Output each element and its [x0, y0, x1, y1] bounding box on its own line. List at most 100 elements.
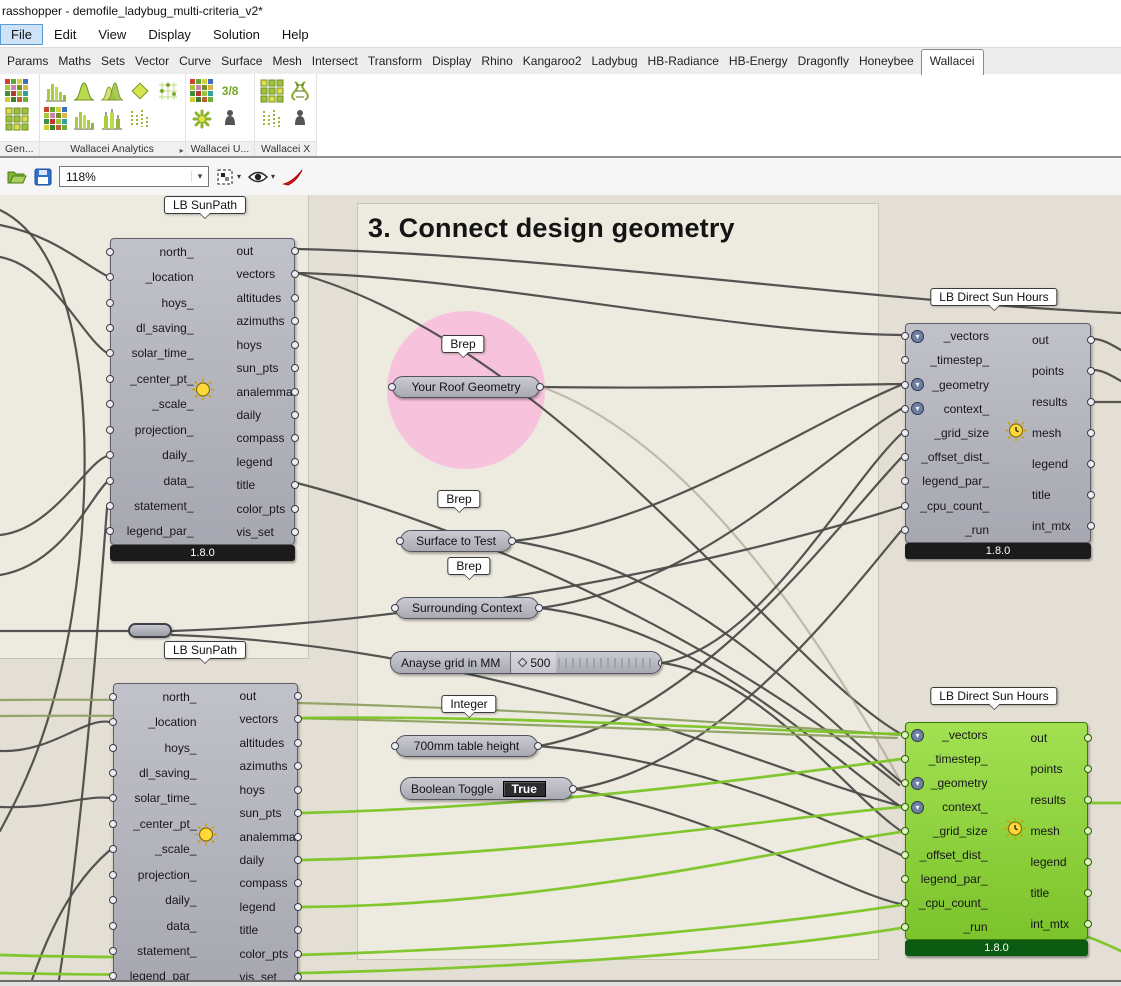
- node-direct-sun-hours-2[interactable]: ▾_vectors_timestep_▾_geometry▾context__g…: [905, 722, 1088, 940]
- input-port-dot[interactable]: [901, 803, 909, 811]
- output-out[interactable]: out: [203, 239, 295, 262]
- input-statement_[interactable]: statement_: [111, 493, 203, 518]
- input-_cpu_count_[interactable]: _cpu_count_: [906, 891, 997, 915]
- menu-item-display[interactable]: Display: [137, 24, 202, 45]
- ribbon-gridgene-icon[interactable]: [3, 105, 30, 132]
- output-title[interactable]: title: [206, 919, 298, 942]
- input-projection_[interactable]: projection_: [114, 862, 206, 887]
- param-surface-to-test[interactable]: Surface to Test: [400, 530, 512, 552]
- tab-honeybee[interactable]: Honeybee: [854, 50, 919, 74]
- wire[interactable]: [1093, 370, 1121, 381]
- tab-params[interactable]: Params: [2, 50, 53, 74]
- output-color_pts[interactable]: color_pts: [206, 942, 298, 965]
- input-port-dot[interactable]: [901, 827, 909, 835]
- ribbon-bars-icon[interactable]: [43, 77, 70, 104]
- input-dl_saving_[interactable]: dl_saving_: [111, 315, 203, 340]
- input-port-dot[interactable]: [901, 381, 909, 389]
- input-legend_par_[interactable]: legend_par_: [114, 964, 206, 980]
- wire[interactable]: [302, 759, 901, 813]
- node-tag[interactable]: LB Direct Sun Hours: [930, 288, 1057, 306]
- input-daily_[interactable]: daily_: [114, 887, 206, 912]
- output-compass[interactable]: compass: [206, 872, 298, 895]
- ribbon-sticks-icon[interactable]: [127, 105, 154, 132]
- output-title[interactable]: title: [998, 480, 1090, 511]
- wire[interactable]: [30, 850, 110, 980]
- chevron-down-icon[interactable]: ▾: [271, 172, 275, 181]
- output-port-dot[interactable]: [536, 383, 544, 391]
- input-port-dot[interactable]: [396, 537, 404, 545]
- output-int_mtx[interactable]: int_mtx: [998, 511, 1090, 542]
- output-color_pts[interactable]: color_pts: [203, 497, 295, 520]
- input-port-dot[interactable]: [901, 356, 909, 364]
- input-port-dot[interactable]: [106, 349, 114, 357]
- output-analemma[interactable]: analemma: [203, 380, 295, 403]
- zoom-extents-icon[interactable]: [216, 168, 234, 186]
- input-_vectors[interactable]: ▾_vectors: [906, 723, 997, 747]
- chevron-down-icon[interactable]: ▾: [191, 171, 208, 182]
- slider-track[interactable]: [558, 658, 653, 668]
- output-title[interactable]: title: [203, 474, 295, 497]
- node-sunpath-2[interactable]: north__locationhoys_dl_saving_solar_time…: [113, 683, 298, 980]
- ribbon-mosaic-icon[interactable]: [43, 105, 70, 132]
- tab-mesh[interactable]: Mesh: [267, 50, 306, 74]
- ribbon-flower-icon[interactable]: [189, 105, 216, 132]
- node-tag[interactable]: LB SunPath: [164, 196, 246, 214]
- input-legend_par_[interactable]: legend_par_: [906, 867, 997, 891]
- ribbon-mosaic-icon[interactable]: [3, 77, 30, 104]
- input-port-dot[interactable]: [109, 972, 117, 980]
- output-out[interactable]: out: [998, 324, 1090, 355]
- input-dl_saving_[interactable]: dl_saving_: [114, 760, 206, 785]
- node-sunpath-1[interactable]: north__locationhoys_dl_saving_solar_time…: [110, 238, 295, 545]
- wire[interactable]: [540, 409, 901, 608]
- input-north_[interactable]: north_: [114, 684, 206, 709]
- chevron-down-icon[interactable]: ▾: [237, 172, 241, 181]
- input-port-dot[interactable]: [391, 604, 399, 612]
- input-legend_par_[interactable]: legend_par_: [906, 469, 998, 493]
- input-port-dot[interactable]: [106, 527, 114, 535]
- input-port-dot[interactable]: [106, 273, 114, 281]
- input-north_[interactable]: north_: [111, 239, 203, 264]
- tab-display[interactable]: Display: [427, 50, 476, 74]
- param-tag[interactable]: Brep: [447, 557, 490, 575]
- input-port-dot[interactable]: [109, 820, 117, 828]
- input-port-dot[interactable]: [901, 923, 909, 931]
- output-title[interactable]: title: [997, 877, 1088, 908]
- tab-hb-energy[interactable]: HB-Energy: [724, 50, 793, 74]
- input-data_[interactable]: data_: [114, 913, 206, 938]
- input-port-dot[interactable]: [901, 755, 909, 763]
- input-port-dot[interactable]: [106, 451, 114, 459]
- ribbon-person-icon[interactable]: [286, 105, 313, 132]
- wire[interactable]: [0, 456, 107, 535]
- output-port-dot[interactable]: [294, 856, 302, 864]
- input-legend_par_[interactable]: legend_par_: [111, 519, 203, 544]
- input-_center_pt_[interactable]: _center_pt_: [111, 366, 203, 391]
- input-port-dot[interactable]: [106, 324, 114, 332]
- wire[interactable]: [539, 458, 901, 746]
- output-port-dot[interactable]: [1087, 336, 1095, 344]
- output-port-dot[interactable]: [294, 739, 302, 747]
- output-port-dot[interactable]: [291, 458, 299, 466]
- wire[interactable]: [1088, 937, 1121, 951]
- ribbon-bars-icon[interactable]: [71, 105, 98, 132]
- input-port-dot[interactable]: [109, 769, 117, 777]
- wire[interactable]: [0, 210, 85, 831]
- output-port-dot[interactable]: [1084, 889, 1092, 897]
- output-port-dot[interactable]: [535, 604, 543, 612]
- output-port-dot[interactable]: [291, 481, 299, 489]
- input-_offset_dist_[interactable]: _offset_dist_: [906, 843, 997, 867]
- input-port-dot[interactable]: [109, 922, 117, 930]
- output-hoys[interactable]: hoys: [203, 333, 295, 356]
- input-port-dot[interactable]: [901, 429, 909, 437]
- input-port-dot[interactable]: [109, 845, 117, 853]
- input-hoys_[interactable]: hoys_: [114, 735, 206, 760]
- ribbon-ratio-badge-icon[interactable]: 3/8: [217, 77, 244, 104]
- output-vis_set[interactable]: vis_set: [203, 521, 295, 544]
- ribbon-person-icon[interactable]: [217, 105, 244, 132]
- output-port-dot[interactable]: [291, 505, 299, 513]
- input-port-dot[interactable]: [106, 502, 114, 510]
- output-port-dot[interactable]: [291, 364, 299, 372]
- output-legend[interactable]: legend: [997, 846, 1088, 877]
- ribbon-peaks-icon[interactable]: [99, 77, 126, 104]
- tab-kangaroo2[interactable]: Kangaroo2: [518, 50, 587, 74]
- output-port-dot[interactable]: [294, 926, 302, 934]
